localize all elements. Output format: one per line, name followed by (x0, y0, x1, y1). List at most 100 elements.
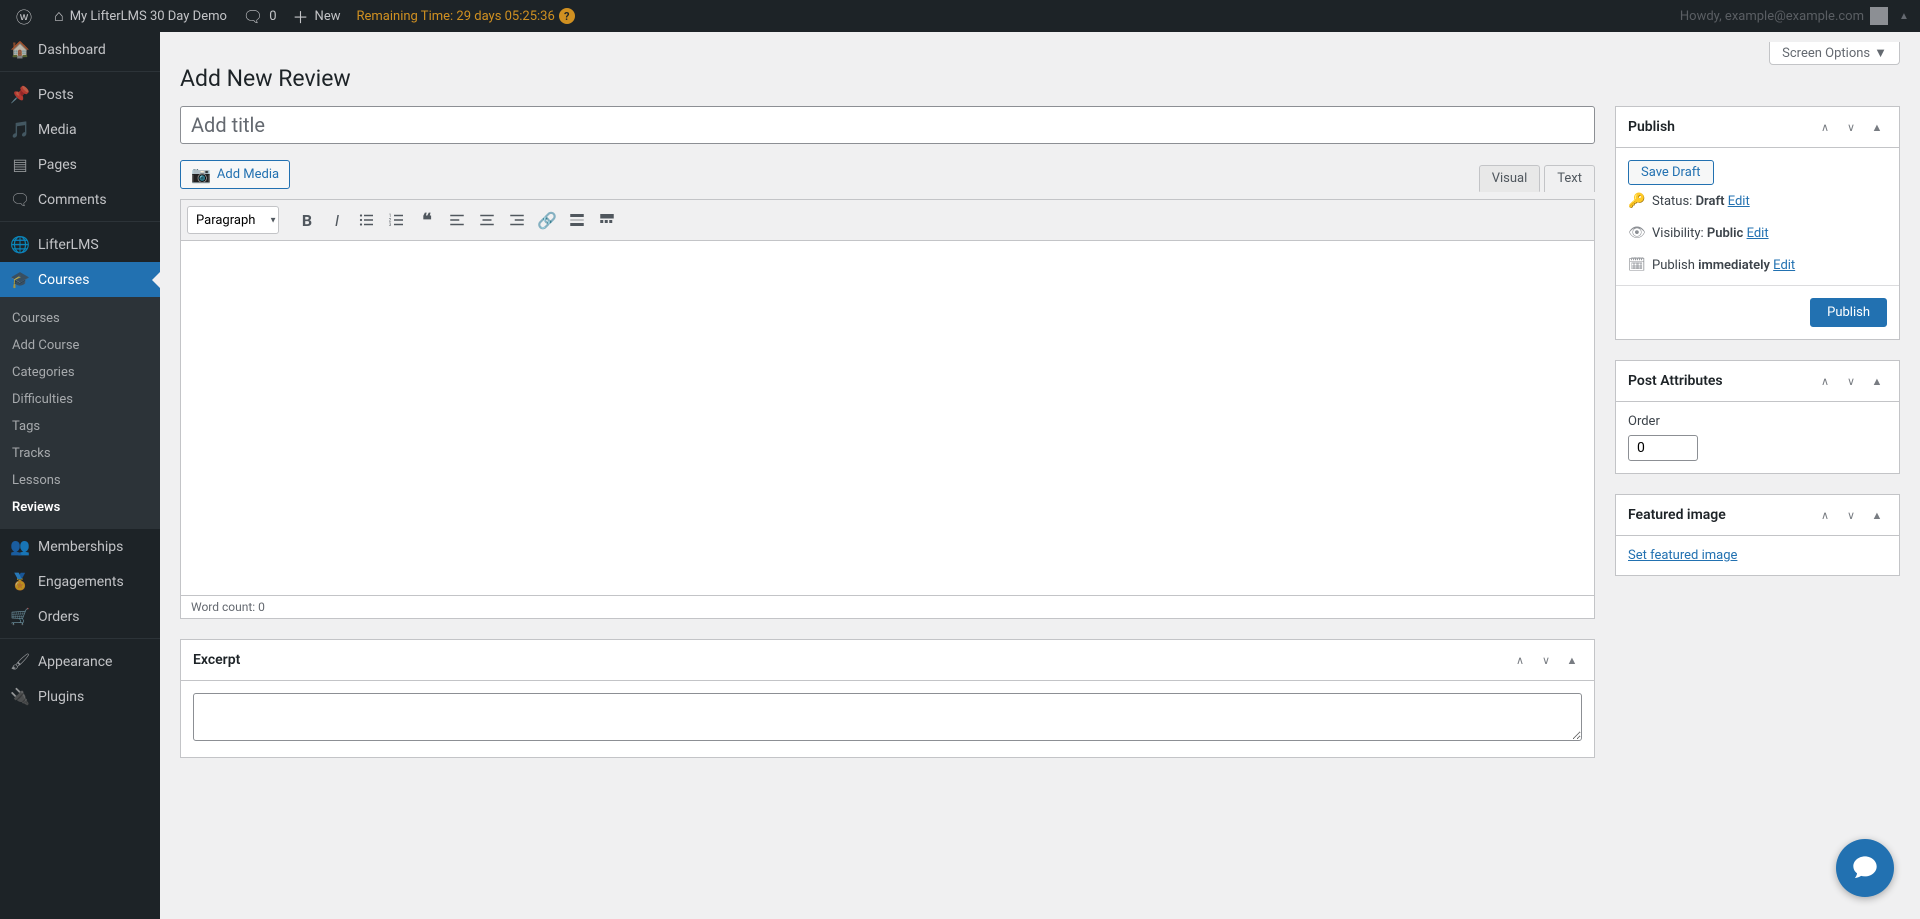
user-menu[interactable]: Howdy, example@example.com (1672, 7, 1896, 25)
add-media-label: Add Media (217, 167, 279, 182)
pin-icon: 📌 (10, 85, 30, 104)
scroll-up-icon[interactable]: ▲ (1896, 11, 1912, 22)
set-featured-image-link[interactable]: Set featured image (1628, 548, 1737, 563)
word-count: Word count: 0 (180, 596, 1595, 619)
bold-button[interactable]: B (293, 206, 321, 234)
user-greeting: Howdy, example@example.com (1680, 9, 1864, 24)
chat-icon (1851, 854, 1879, 882)
edit-status-link[interactable]: Edit (1728, 194, 1750, 209)
submenu-item-courses[interactable]: Courses (0, 305, 160, 332)
toolbar-toggle-button[interactable] (593, 206, 621, 234)
toggle-panel-icon[interactable]: ▲ (1867, 117, 1887, 137)
visibility-value: Public (1707, 226, 1743, 241)
move-down-icon[interactable]: ∨ (1841, 505, 1861, 525)
sidebar-item-label: Memberships (38, 539, 123, 555)
cap-icon: 🎓 (10, 270, 30, 289)
excerpt-textarea[interactable] (193, 693, 1582, 741)
screen-options-toggle[interactable]: Screen Options▼ (1769, 42, 1900, 65)
move-down-icon[interactable]: ∨ (1536, 650, 1556, 670)
visibility-label: Visibility: (1652, 226, 1704, 241)
publish-label: Publish (1652, 258, 1695, 273)
sidebar-item-orders[interactable]: 🛒 Orders (0, 599, 160, 634)
sidebar-item-label: Engagements (38, 574, 124, 590)
sidebar-item-label: Posts (38, 87, 74, 103)
move-down-icon[interactable]: ∨ (1841, 371, 1861, 391)
help-chat-button[interactable] (1836, 839, 1894, 897)
help-icon[interactable]: ? (559, 8, 575, 24)
sidebar-item-pages[interactable]: ▤Pages (0, 147, 160, 182)
sidebar-item-dashboard[interactable]: 🏠Dashboard (0, 32, 160, 67)
bullet-list-button[interactable] (353, 206, 381, 234)
toggle-panel-icon[interactable]: ▲ (1562, 650, 1582, 670)
chevron-down-icon: ▼ (1874, 45, 1887, 61)
sidebar-item-engagements[interactable]: 🏅Engagements (0, 564, 160, 599)
tab-visual[interactable]: Visual (1479, 165, 1541, 192)
publish-button[interactable]: Publish (1810, 298, 1887, 327)
sidebar-item-media[interactable]: 🎵Media (0, 112, 160, 147)
sidebar-item-appearance[interactable]: 🖌Appearance (0, 644, 160, 679)
globe-icon: 🌐 (10, 235, 30, 254)
publish-value: immediately (1698, 258, 1770, 273)
avatar (1870, 7, 1888, 25)
content-editor[interactable] (180, 241, 1595, 596)
main-content: Screen Options▼ Add New Review 📷Add Medi… (160, 32, 1920, 919)
sidebar-item-label: LifterLMS (38, 237, 99, 253)
status-label: Status: (1652, 194, 1692, 209)
align-right-button[interactable] (503, 206, 531, 234)
tab-text[interactable]: Text (1544, 165, 1595, 192)
move-up-icon[interactable]: ∧ (1815, 371, 1835, 391)
admin-sidebar: 🏠Dashboard 📌 Posts 🎵Media ▤Pages 🗨Comment… (0, 32, 160, 919)
key-icon: 🔑 (1628, 193, 1644, 209)
menu-separator (0, 217, 160, 222)
move-up-icon[interactable]: ∧ (1510, 650, 1530, 670)
site-home-link[interactable]: ⌂ My LifterLMS 30 Day Demo (46, 0, 235, 32)
eye-icon: 👁 (1628, 225, 1644, 241)
remaining-time[interactable]: Remaining Time: 29 days 05:25:36? (348, 0, 582, 32)
comments-link[interactable]: 🗨0 (235, 0, 285, 32)
edit-publish-date-link[interactable]: Edit (1773, 258, 1795, 273)
align-center-button[interactable] (473, 206, 501, 234)
order-input[interactable] (1628, 435, 1698, 461)
sidebar-item-comments[interactable]: 🗨Comments (0, 182, 160, 217)
site-name: My LifterLMS 30 Day Demo (70, 9, 227, 24)
add-media-button[interactable]: 📷Add Media (180, 160, 290, 189)
move-up-icon[interactable]: ∧ (1815, 117, 1835, 137)
sidebar-item-label: Orders (38, 609, 80, 625)
move-down-icon[interactable]: ∨ (1841, 117, 1861, 137)
order-label: Order (1628, 414, 1660, 429)
calendar-icon: 🗓 (1628, 257, 1644, 273)
save-draft-button[interactable]: Save Draft (1628, 160, 1714, 185)
home-icon: ⌂ (54, 6, 64, 26)
submenu-item-difficulties[interactable]: Difficulties (0, 386, 160, 413)
move-up-icon[interactable]: ∧ (1815, 505, 1835, 525)
toggle-panel-icon[interactable]: ▲ (1867, 371, 1887, 391)
submenu-item-add-course[interactable]: Add Course (0, 332, 160, 359)
wp-logo[interactable]: ⓦ (8, 0, 46, 32)
submenu-item-reviews[interactable]: Reviews (0, 494, 160, 521)
sidebar-item-courses[interactable]: 🎓Courses (0, 262, 160, 297)
edit-visibility-link[interactable]: Edit (1747, 226, 1769, 241)
editor-wrapper: Visual Text Paragraph B I 123 ❝ 🔗 (180, 199, 1595, 619)
sidebar-item-plugins[interactable]: 🔌Plugins (0, 679, 160, 714)
new-content-link[interactable]: ＋New (285, 0, 349, 32)
submenu-item-categories[interactable]: Categories (0, 359, 160, 386)
align-left-button[interactable] (443, 206, 471, 234)
toggle-panel-icon[interactable]: ▲ (1867, 505, 1887, 525)
sidebar-item-memberships[interactable]: 👥Memberships (0, 529, 160, 564)
blockquote-button[interactable]: ❝ (413, 206, 441, 234)
numbered-list-button[interactable]: 123 (383, 206, 411, 234)
read-more-button[interactable] (563, 206, 591, 234)
italic-button[interactable]: I (323, 206, 351, 234)
page-title: Add New Review (180, 65, 1900, 92)
submenu-item-tracks[interactable]: Tracks (0, 440, 160, 467)
sidebar-item-label: Pages (38, 157, 77, 173)
link-button[interactable]: 🔗 (533, 206, 561, 234)
format-select[interactable]: Paragraph (187, 206, 279, 234)
sidebar-item-posts[interactable]: 📌 Posts (0, 77, 160, 112)
title-input[interactable] (180, 106, 1595, 144)
submenu-item-tags[interactable]: Tags (0, 413, 160, 440)
menu-separator (0, 67, 160, 72)
cart-icon: 🛒 (10, 607, 30, 626)
submenu-item-lessons[interactable]: Lessons (0, 467, 160, 494)
sidebar-item-lifterlms[interactable]: 🌐 LifterLMS (0, 227, 160, 262)
